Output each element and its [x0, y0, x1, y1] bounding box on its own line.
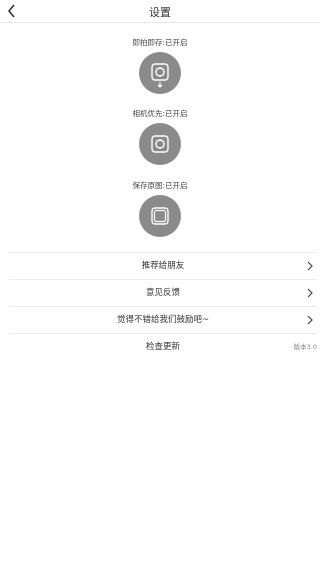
original-image-icon: [151, 207, 169, 225]
mode-camera-first: 相机优先:已开启: [0, 109, 320, 119]
camera-save-icon: [151, 63, 169, 88]
camera-icon: [151, 135, 169, 153]
chevron-right-icon: [307, 315, 313, 325]
menu-item-check-update[interactable]: 检查更新 版本3.0: [9, 333, 317, 360]
version-label: 版本3.0: [293, 343, 317, 351]
menu-item-label: 推荐给朋友: [141, 261, 185, 271]
chevron-right-icon: [307, 288, 313, 298]
header-bar: 设置: [0, 0, 320, 23]
mode-instant-save: 即拍即存:已开启: [0, 38, 320, 48]
save-original-toggle[interactable]: [139, 195, 181, 237]
chevron-right-icon: [307, 261, 313, 271]
menu-item-recommend[interactable]: 推荐给朋友: [9, 252, 317, 279]
menu-item-encourage[interactable]: 觉得不错给我们鼓励吧~: [9, 306, 317, 333]
menu-item-feedback[interactable]: 意见反馈: [9, 279, 317, 306]
menu-item-label: 检查更新: [145, 342, 180, 352]
instant-save-toggle[interactable]: [139, 52, 181, 94]
menu-item-label: 觉得不错给我们鼓励吧~: [116, 315, 210, 325]
mode-label: 相机优先:已开启: [132, 109, 188, 118]
mode-label: 即拍即存:已开启: [132, 38, 188, 47]
camera-first-toggle[interactable]: [139, 123, 181, 165]
menu-item-label: 意见反馈: [145, 288, 180, 298]
page-title: 设置: [149, 6, 171, 19]
mode-label: 保存原图:已开启: [132, 181, 188, 190]
mode-save-original: 保存原图:已开启: [0, 181, 320, 191]
